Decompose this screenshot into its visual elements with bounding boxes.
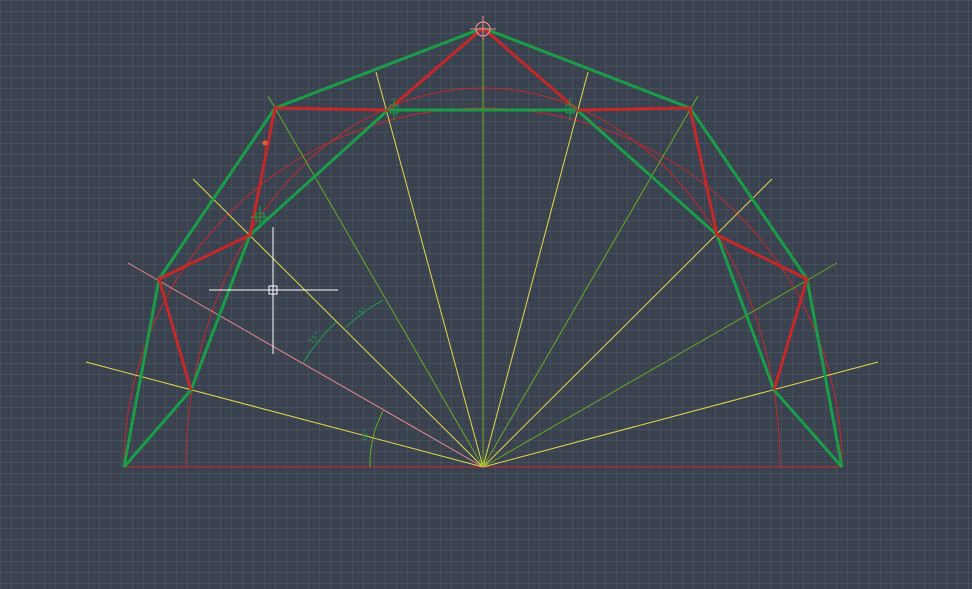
ray-lines bbox=[85, 28, 879, 468]
grip-point bbox=[262, 140, 268, 146]
angle-dim-2: 15° bbox=[307, 331, 321, 346]
angle-dim-1: 15° bbox=[360, 428, 371, 442]
drawing-svg[interactable]: 15° 15° 15° bbox=[0, 0, 972, 589]
angle-dim-3: 15° bbox=[354, 306, 369, 320]
drawing-canvas[interactable]: 15° 15° 15° bbox=[0, 0, 972, 589]
angle-dimensions[interactable]: 15° 15° 15° bbox=[302, 299, 384, 468]
